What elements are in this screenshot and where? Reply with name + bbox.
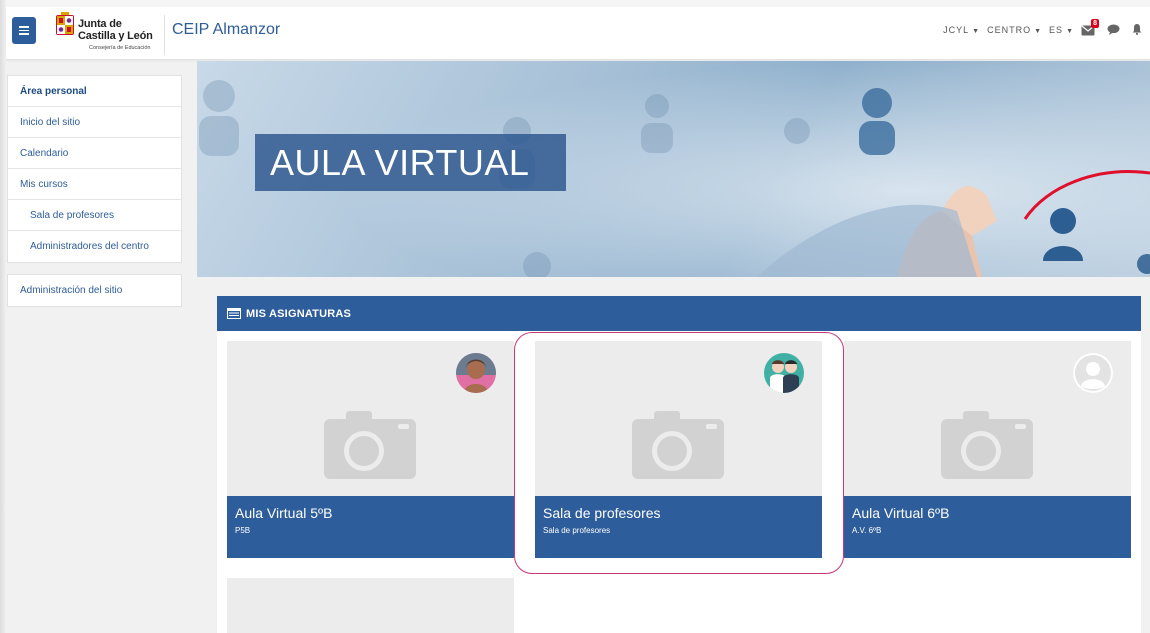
teacher-avatar[interactable] [456,353,496,393]
course-shortname: A.V. 6ºB [852,526,882,535]
menu-centro-label: CENTRO [987,25,1032,35]
camera-placeholder-icon [941,411,1033,479]
logo-text-line2: Castilla y León [78,30,153,42]
messages-button[interactable]: 8 [1081,18,1099,36]
course-shortname: Sala de profesores [543,526,611,535]
window-left-edge [0,0,6,633]
bell-icon [1132,24,1142,35]
menu-jcyl[interactable]: JCYL ▼ [943,25,979,35]
course-card-aula-5b[interactable]: Aula Virtual 5ºB P5B [227,341,514,558]
site-name-link[interactable]: CEIP Almanzor [172,21,280,39]
logo-text-line3: Consejería de Educación [89,45,151,51]
camera-placeholder-icon [324,411,416,479]
course-name[interactable]: Aula Virtual 6ºB [852,505,1123,521]
user-photo-icon [456,353,496,393]
course-card-footer: Aula Virtual 5ºB P5B [227,496,514,558]
course-card-aula-6b[interactable]: Aula Virtual 6ºB A.V. 6ºB [844,341,1131,558]
course-shortname: P5B [235,526,251,535]
caret-down-icon: ▼ [972,28,980,35]
course-card-partial[interactable] [227,578,514,633]
menu-centro[interactable]: CENTRO ▼ [987,25,1041,35]
menu-jcyl-label: JCYL [943,25,970,35]
course-name[interactable]: Sala de profesores [543,505,814,521]
caret-down-icon: ▼ [1066,28,1073,35]
navigation-block: Área personal Inicio del sitio Calendari… [7,75,182,263]
messages-count-badge: 8 [1091,18,1099,28]
menu-language[interactable]: ES ▼ [1049,25,1073,35]
teacher-avatar[interactable] [764,353,804,393]
default-user-icon [1073,353,1113,393]
course-name[interactable]: Aula Virtual 5ºB [235,505,506,521]
my-courses-title: MIS ASIGNATURAS [246,307,352,320]
teachers-group-icon [764,353,804,393]
course-card-sala-profesores[interactable]: Sala de profesores Sala de profesores [535,341,822,558]
left-sidebar: Área personal Inicio del sitio Calendari… [7,75,182,307]
hero-title: AULA VIRTUAL [270,141,530,183]
hero-title-box: AULA VIRTUAL [255,134,566,191]
my-courses-block: MIS ASIGNATURAS Aula Virtual 5ºB P5B Sal… [217,296,1141,633]
chat-bubble-icon [1107,24,1120,35]
list-table-icon [227,308,241,319]
chat-button[interactable] [1107,24,1120,37]
sidebar-item-area-personal[interactable]: Área personal [8,76,181,107]
window-top-edge [0,0,1150,7]
hamburger-menu-icon [19,24,29,37]
course-card-footer: Sala de profesores Sala de profesores [535,496,822,558]
sidebar-item-inicio[interactable]: Inicio del sitio [8,107,181,138]
sidebar-item-administradores[interactable]: Administradores del centro [8,231,181,262]
camera-placeholder-icon [632,411,724,479]
coat-of-arms-icon [56,12,74,35]
sidebar-item-sala-profesores[interactable]: Sala de profesores [8,200,181,231]
navbar-divider [164,15,165,55]
top-navbar: Junta de Castilla y León Consejería de E… [6,7,1150,60]
my-courses-header: MIS ASIGNATURAS [217,296,1141,331]
menu-language-label: ES [1049,25,1064,35]
teacher-avatar[interactable] [1073,353,1113,393]
sidebar-item-calendario[interactable]: Calendario [8,138,181,169]
course-card-footer: Aula Virtual 6ºB A.V. 6ºB [844,496,1131,558]
navbar-right-menus: JCYL ▼ CENTRO ▼ ES ▼ 8 [943,18,1142,38]
sidebar-item-mis-cursos[interactable]: Mis cursos [8,169,181,200]
sidebar-item-administracion[interactable]: Administración del sitio [8,275,181,306]
drawer-toggle-button[interactable] [12,17,36,44]
logo-text-line1: Junta de [78,18,122,30]
jcyl-logo[interactable]: Junta de Castilla y León Consejería de E… [56,11,156,55]
notifications-button[interactable] [1132,23,1142,37]
caret-down-icon: ▼ [1034,28,1042,35]
hero-banner: AULA VIRTUAL [197,61,1150,277]
administration-block: Administración del sitio [7,274,182,307]
